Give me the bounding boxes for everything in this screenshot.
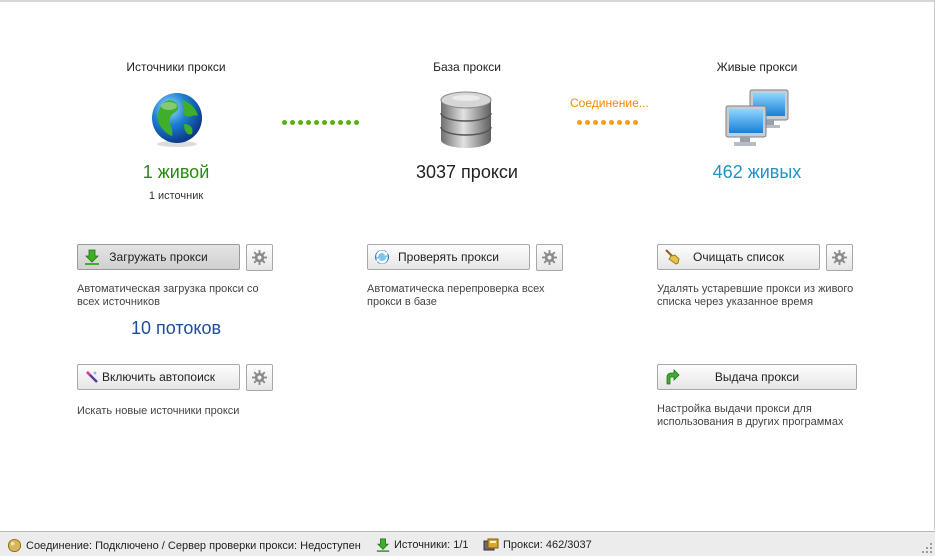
clear-list-button[interactable]: Очищать список bbox=[657, 244, 820, 270]
autosearch-description: Искать новые источники прокси bbox=[77, 405, 240, 417]
download-arrow-icon bbox=[376, 538, 390, 552]
gear-icon bbox=[252, 370, 267, 385]
status-proxies-text: Прокси: 462/3037 bbox=[503, 539, 592, 551]
enable-autosearch-button[interactable]: Включить автопоиск bbox=[77, 364, 240, 390]
status-bar: Соединение: Подключено / Сервер проверки… bbox=[0, 531, 935, 556]
load-proxies-label: Загружать прокси bbox=[109, 250, 208, 264]
gear-icon bbox=[832, 250, 847, 265]
sources-title: Источники прокси bbox=[126, 60, 226, 74]
check-proxies-description: Автоматическа перепроверка всех прокси в… bbox=[367, 283, 545, 308]
status-connection-text: Соединение: Подключено / Сервер проверки… bbox=[26, 539, 361, 552]
load-settings-button[interactable] bbox=[246, 244, 273, 271]
issue-proxies-label: Выдача прокси bbox=[714, 370, 800, 384]
check-proxies-button[interactable]: Проверять прокси bbox=[367, 244, 530, 270]
connection-status-icon bbox=[7, 538, 22, 553]
window-top-border bbox=[0, 0, 935, 2]
load-proxies-description: Автоматическая загрузка прокси со всех и… bbox=[77, 283, 259, 308]
autosearch-settings-button[interactable] bbox=[246, 364, 273, 391]
check-settings-button[interactable] bbox=[536, 244, 563, 271]
base-to-live-connector bbox=[577, 120, 638, 125]
servers-icon bbox=[483, 538, 499, 551]
enable-autosearch-label: Включить автопоиск bbox=[101, 370, 216, 384]
base-title: База прокси bbox=[433, 60, 501, 74]
clear-settings-button[interactable] bbox=[826, 244, 853, 271]
globe-icon bbox=[148, 90, 206, 148]
status-connection: Соединение: Подключено / Сервер проверки… bbox=[7, 538, 361, 553]
issue-proxies-button[interactable]: Выдача прокси bbox=[657, 364, 857, 390]
gear-icon bbox=[542, 250, 557, 265]
resize-grip-icon[interactable] bbox=[922, 543, 932, 553]
refresh-icon bbox=[374, 249, 390, 265]
connection-status-label: Соединение... bbox=[570, 96, 649, 110]
status-sources: Источники: 1/1 bbox=[376, 538, 469, 552]
arrow-turn-icon bbox=[664, 369, 680, 385]
sources-live-count: 1 живой bbox=[142, 162, 210, 182]
base-count: 3037 прокси bbox=[416, 162, 518, 182]
issue-proxies-description: Настройка выдачи прокси для использовани… bbox=[657, 403, 844, 428]
sources-count-sub: 1 источник bbox=[148, 190, 204, 202]
check-proxies-label: Проверять прокси bbox=[398, 250, 499, 264]
live-title: Живые прокси bbox=[716, 60, 798, 74]
computers-icon bbox=[724, 88, 790, 150]
sources-to-base-connector bbox=[282, 120, 359, 125]
gear-icon bbox=[252, 250, 267, 265]
live-count: 462 живых bbox=[712, 162, 802, 182]
magic-wand-icon bbox=[84, 369, 100, 385]
broom-icon bbox=[664, 249, 680, 265]
clear-list-label: Очищать список bbox=[693, 250, 784, 264]
clear-list-description: Удалять устаревшие прокси из живого спис… bbox=[657, 283, 854, 308]
load-proxies-button[interactable]: Загружать прокси bbox=[77, 244, 240, 270]
database-icon bbox=[438, 90, 494, 150]
threads-count[interactable]: 10 потоков bbox=[96, 318, 256, 339]
status-proxies: Прокси: 462/3037 bbox=[483, 538, 592, 552]
status-sources-text: Источники: 1/1 bbox=[394, 539, 469, 551]
download-arrow-icon bbox=[84, 249, 100, 265]
